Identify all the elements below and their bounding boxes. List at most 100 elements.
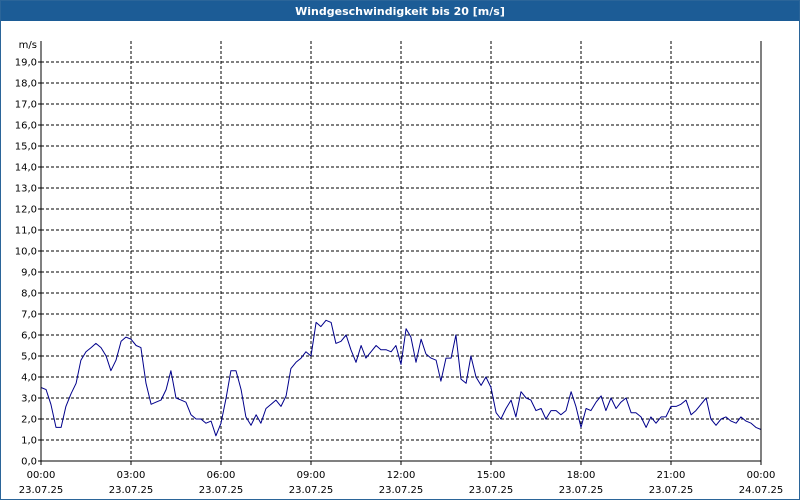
data-point — [646, 427, 647, 428]
data-point — [355, 362, 356, 363]
chart-window: Windgeschwindigkeit bis 20 [m/s] 0,0 1,0 2… — [0, 0, 800, 500]
axes: 0,0 1,0 2,0 3,0 4,0 5,0 6,0 7,0 8,0 9,0 10,0 11,0 12… — [15, 40, 784, 496]
data-point — [755, 427, 756, 428]
x-tick-date-label: 23.07.25 — [109, 485, 154, 496]
y-tick-label: 7,0 — [21, 310, 37, 321]
data-point — [155, 402, 156, 403]
data-point — [526, 397, 527, 398]
data-point — [616, 408, 617, 409]
y-tick-label: 12,0 — [15, 205, 37, 216]
data-point — [610, 397, 611, 398]
y-tick-label: 3,0 — [21, 394, 37, 405]
data-point — [721, 418, 722, 419]
data-point — [166, 389, 167, 390]
data-point — [115, 360, 116, 361]
data-point — [400, 364, 401, 365]
data-point — [751, 423, 752, 424]
data-point — [325, 320, 326, 321]
data-point — [665, 416, 666, 417]
data-point — [145, 383, 146, 384]
data-point — [271, 404, 272, 405]
data-point — [601, 395, 602, 396]
x-tick-date-label: 23.07.25 — [289, 485, 334, 496]
data-point — [380, 349, 381, 350]
data-point — [361, 345, 362, 346]
data-point — [710, 418, 711, 419]
data-point — [700, 404, 701, 405]
wind-speed-chart: 0,0 1,0 2,0 3,0 4,0 5,0 6,0 7,0 8,0 9,0 10,0 11,0 12… — [15, 40, 784, 496]
x-tick-date-label: 24.07.25 — [739, 485, 784, 496]
y-tick-label: 14,0 — [15, 163, 37, 174]
data-point — [406, 328, 407, 329]
data-point — [200, 418, 201, 419]
y-tick-label: 6,0 — [21, 331, 37, 342]
data-point — [181, 400, 182, 401]
y-tick-label: 19,0 — [15, 58, 37, 69]
data-point — [466, 383, 467, 384]
data-point — [175, 397, 176, 398]
data-point — [125, 337, 126, 338]
data-point — [46, 389, 47, 390]
data-point — [331, 322, 332, 323]
y-tick-label: 1,0 — [21, 436, 37, 447]
data-point — [455, 334, 456, 335]
data-point — [661, 416, 662, 417]
data-point — [275, 400, 276, 401]
x-tick-date-label: 23.07.25 — [19, 485, 64, 496]
data-point — [620, 402, 621, 403]
data-point — [560, 414, 561, 415]
data-point — [520, 391, 521, 392]
y-tick-label: 5,0 — [21, 352, 37, 363]
data-point — [430, 358, 431, 359]
data-point — [245, 416, 246, 417]
data-point — [541, 408, 542, 409]
data-point — [376, 345, 377, 346]
data-point — [340, 341, 341, 342]
data-point — [346, 334, 347, 335]
data-point — [295, 362, 296, 363]
data-point — [586, 408, 587, 409]
data-point — [265, 408, 266, 409]
data-point — [590, 410, 591, 411]
x-tick-time-label: 09:00 — [297, 470, 326, 481]
data-point — [260, 423, 261, 424]
data-point — [556, 410, 557, 411]
y-tick-label: 15,0 — [15, 142, 37, 153]
data-point — [565, 410, 566, 411]
data-point — [301, 358, 302, 359]
data-point — [580, 427, 581, 428]
data-point — [140, 347, 141, 348]
data-point — [550, 410, 551, 411]
data-point — [475, 376, 476, 377]
data-point — [631, 412, 632, 413]
data-point — [241, 389, 242, 390]
data-point — [61, 427, 62, 428]
data-point — [290, 368, 291, 369]
data-point — [70, 393, 71, 394]
data-point — [395, 345, 396, 346]
data-point — [385, 349, 386, 350]
data-point — [485, 376, 486, 377]
x-tick-time-label: 03:00 — [117, 470, 146, 481]
data-point — [110, 370, 111, 371]
x-tick-date-label: 23.07.25 — [199, 485, 244, 496]
data-point — [745, 421, 746, 422]
data-point — [440, 381, 441, 382]
data-point — [185, 402, 186, 403]
data-point — [736, 423, 737, 424]
data-point — [415, 362, 416, 363]
data-point — [280, 406, 281, 407]
data-point — [350, 349, 351, 350]
data-point — [460, 379, 461, 380]
data-point — [605, 410, 606, 411]
x-tick-date-label: 23.07.25 — [469, 485, 514, 496]
data-point — [511, 400, 512, 401]
data-point — [170, 370, 171, 371]
data-point — [680, 404, 681, 405]
data-point — [545, 418, 546, 419]
data-point — [425, 353, 426, 354]
y-tick-label: 8,0 — [21, 289, 37, 300]
data-point — [725, 416, 726, 417]
data-point — [481, 385, 482, 386]
data-point — [95, 343, 96, 344]
